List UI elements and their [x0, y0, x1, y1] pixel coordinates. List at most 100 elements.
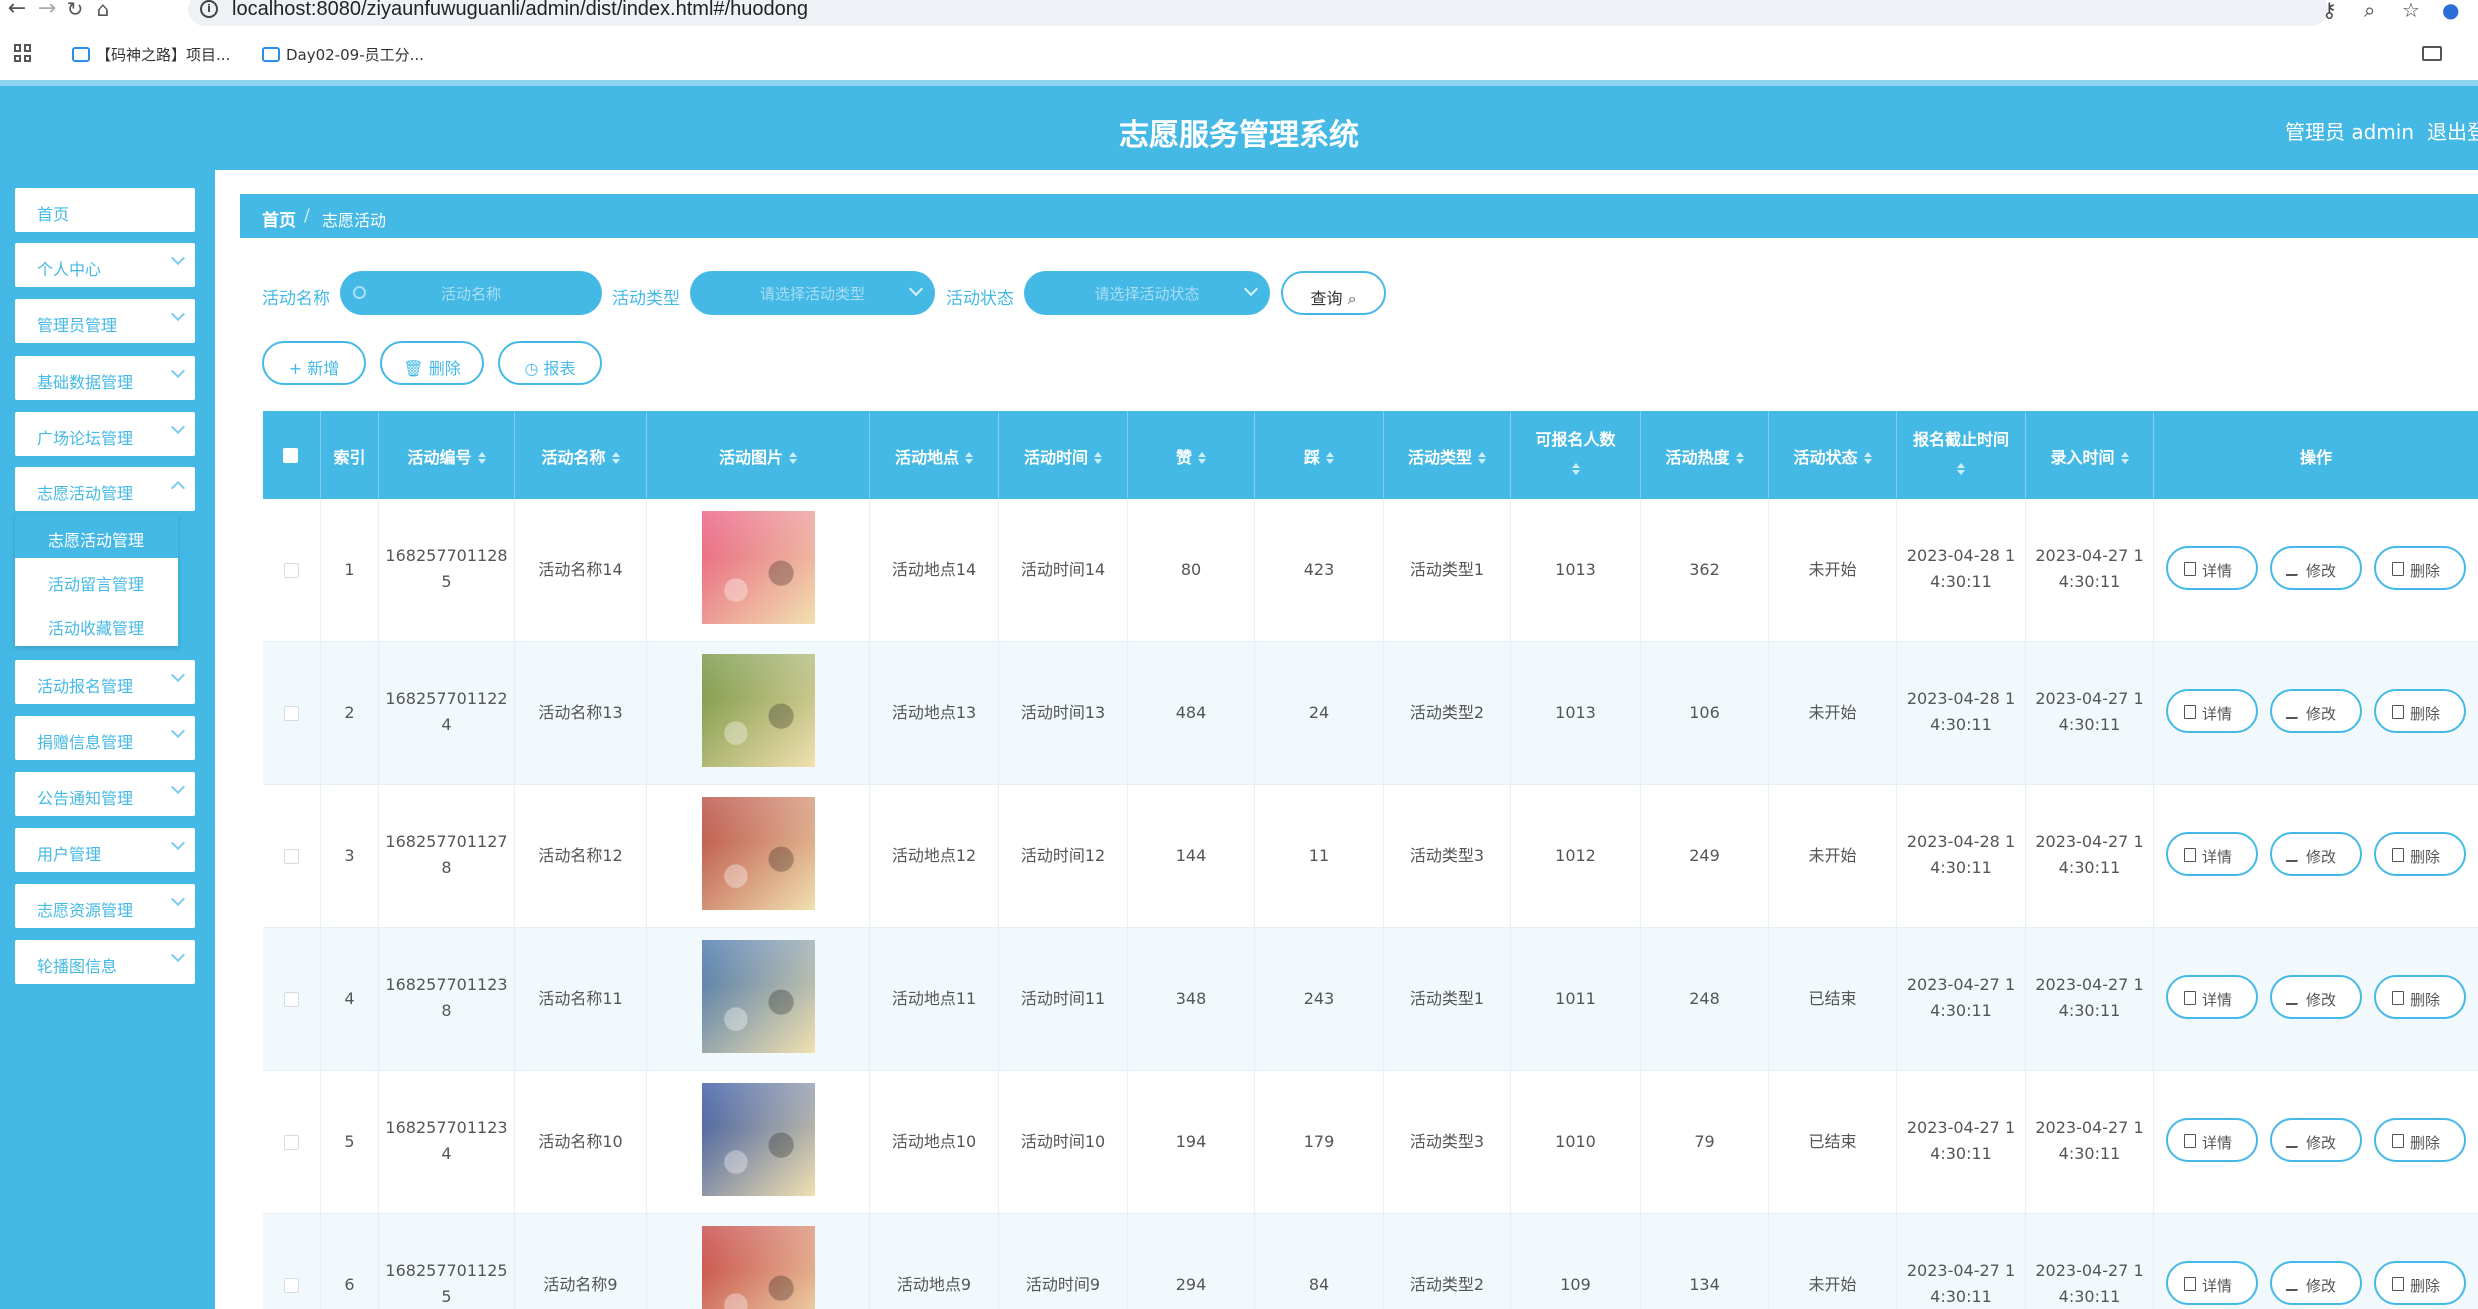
- address-bar[interactable]: i localhost:8080/ziyaunfuwuguanli/admin/…: [188, 0, 2328, 26]
- sidebar-item-home[interactable]: 首页: [15, 188, 195, 232]
- row-checkbox[interactable]: [284, 1278, 299, 1293]
- home-icon[interactable]: ⌂: [90, 0, 116, 22]
- delete-button[interactable]: 删除: [2374, 689, 2466, 733]
- sidebar-item-forum[interactable]: 广场论坛管理: [15, 412, 195, 456]
- apps-grid-icon[interactable]: [14, 44, 32, 62]
- document-icon: [2184, 1134, 2196, 1148]
- bookmark-item[interactable]: 【码神之路】项目...: [72, 44, 230, 65]
- cell-deadline: 2023-04-27 1 4:30:11: [1897, 928, 2026, 1071]
- site-info-icon[interactable]: i: [200, 0, 218, 18]
- th-code[interactable]: 活动编号: [379, 411, 515, 499]
- document-icon: [2184, 991, 2196, 1005]
- sort-icon: [789, 452, 797, 464]
- cell-check: [263, 1214, 321, 1309]
- select-all-checkbox[interactable]: [283, 448, 298, 463]
- th-name[interactable]: 活动名称: [515, 411, 647, 499]
- row-checkbox[interactable]: [284, 706, 299, 721]
- report-button[interactable]: ◷ 报表: [498, 341, 602, 385]
- delete-button[interactable]: 删除: [2374, 975, 2466, 1019]
- sidebar-item-signup[interactable]: 活动报名管理: [15, 660, 195, 704]
- chart-icon: ◷: [524, 359, 539, 378]
- submenu-item-favorites[interactable]: 活动收藏管理: [15, 602, 178, 646]
- sidebar-item-activities[interactable]: 志愿活动管理: [15, 467, 195, 511]
- sidebar-item-profile[interactable]: 个人中心: [15, 243, 195, 287]
- sidebar-item-basedata[interactable]: 基础数据管理: [15, 356, 195, 400]
- trash-icon: [2392, 1134, 2404, 1148]
- back-icon[interactable]: ←: [4, 0, 30, 22]
- th-place[interactable]: 活动地点: [870, 411, 999, 499]
- reload-icon[interactable]: ↻: [62, 0, 88, 22]
- th-entry[interactable]: 录入时间: [2026, 411, 2154, 499]
- edit-button[interactable]: 修改: [2270, 689, 2362, 733]
- sidebar-item-resources[interactable]: 志愿资源管理: [15, 884, 195, 928]
- activity-name-input[interactable]: 活动名称: [340, 271, 602, 315]
- th-heat[interactable]: 活动热度: [1641, 411, 1769, 499]
- delete-button[interactable]: 删除: [2374, 546, 2466, 590]
- edit-button[interactable]: 修改: [2270, 1118, 2362, 1162]
- chevron-down-icon: [170, 891, 186, 907]
- th-status[interactable]: 活动状态: [1769, 411, 1897, 499]
- cell-name: 活动名称9: [515, 1214, 647, 1309]
- profile-icon[interactable]: ●: [2442, 0, 2459, 22]
- delete-button[interactable]: 删除: [2374, 832, 2466, 876]
- zoom-icon[interactable]: ⌕: [2364, 0, 2375, 22]
- forward-icon[interactable]: →: [34, 0, 60, 22]
- bilibili-icon: [262, 47, 280, 62]
- cell-photo: [647, 928, 870, 1071]
- pencil-icon: [2285, 991, 2303, 1005]
- query-button[interactable]: 查询 ⌕: [1281, 271, 1386, 315]
- cell-entry: 2023-04-27 1 4:30:11: [2026, 1071, 2154, 1214]
- folder-icon[interactable]: [2422, 46, 2442, 61]
- cell-deadline: 2023-04-27 1 4:30:11: [1897, 1071, 2026, 1214]
- edit-button[interactable]: 修改: [2270, 546, 2362, 590]
- submenu-item-messages[interactable]: 活动留言管理: [15, 558, 178, 602]
- activity-status-select[interactable]: 请选择活动状态: [1024, 271, 1270, 315]
- th-time[interactable]: 活动时间: [999, 411, 1128, 499]
- row-checkbox[interactable]: [284, 992, 299, 1007]
- detail-button[interactable]: 详情: [2166, 546, 2258, 590]
- delete-button[interactable]: 删除: [2374, 1118, 2466, 1162]
- cell-photo: [647, 499, 870, 642]
- cell-type: 活动类型3: [1384, 1071, 1511, 1214]
- th-type[interactable]: 活动类型: [1384, 411, 1511, 499]
- edit-button[interactable]: 修改: [2270, 1261, 2362, 1305]
- sort-icon: [1198, 452, 1206, 464]
- bookmark-item[interactable]: Day02-09-员工分...: [262, 44, 424, 65]
- th-capacity[interactable]: 可报名人数: [1511, 411, 1641, 499]
- breadcrumb-home[interactable]: 首页: [262, 206, 296, 231]
- key-icon[interactable]: ⚷: [2322, 0, 2337, 22]
- add-button[interactable]: + 新增: [262, 341, 366, 385]
- delete-button[interactable]: 删除: [2374, 1261, 2466, 1305]
- th-cai[interactable]: 踩: [1255, 411, 1384, 499]
- edit-button[interactable]: 修改: [2270, 975, 2362, 1019]
- activities-submenu: 志愿活动管理 活动留言管理 活动收藏管理: [15, 514, 178, 646]
- activity-type-select[interactable]: 请选择活动类型: [690, 271, 935, 315]
- cell-check: [263, 1071, 321, 1214]
- star-icon[interactable]: ☆: [2402, 0, 2420, 22]
- logout-link[interactable]: 退出登: [2427, 116, 2478, 145]
- detail-button[interactable]: 详情: [2166, 1118, 2258, 1162]
- cell-entry: 2023-04-27 1 4:30:11: [2026, 928, 2154, 1071]
- detail-button[interactable]: 详情: [2166, 975, 2258, 1019]
- sidebar-item-carousel[interactable]: 轮播图信息: [15, 940, 195, 984]
- th-zan[interactable]: 赞: [1128, 411, 1255, 499]
- detail-button[interactable]: 详情: [2166, 832, 2258, 876]
- detail-button[interactable]: 详情: [2166, 689, 2258, 733]
- cell-type: 活动类型3: [1384, 785, 1511, 928]
- sidebar-item-notice[interactable]: 公告通知管理: [15, 772, 195, 816]
- cell-deadline: 2023-04-28 1 4:30:11: [1897, 785, 2026, 928]
- batch-delete-button[interactable]: 🗑 删除: [380, 341, 484, 385]
- sidebar-item-admins[interactable]: 管理员管理: [15, 299, 195, 343]
- th-photo[interactable]: 活动图片: [647, 411, 870, 499]
- sidebar-item-users[interactable]: 用户管理: [15, 828, 195, 872]
- row-checkbox[interactable]: [284, 849, 299, 864]
- row-checkbox[interactable]: [284, 1135, 299, 1150]
- submenu-item-activities[interactable]: 志愿活动管理: [15, 514, 178, 558]
- chevron-down-icon: [170, 667, 186, 683]
- detail-button[interactable]: 详情: [2166, 1261, 2258, 1305]
- edit-button[interactable]: 修改: [2270, 832, 2362, 876]
- sort-icon: [1571, 463, 1580, 475]
- th-deadline[interactable]: 报名截止时间: [1897, 411, 2026, 499]
- row-checkbox[interactable]: [284, 563, 299, 578]
- sidebar-item-donation[interactable]: 捐赠信息管理: [15, 716, 195, 760]
